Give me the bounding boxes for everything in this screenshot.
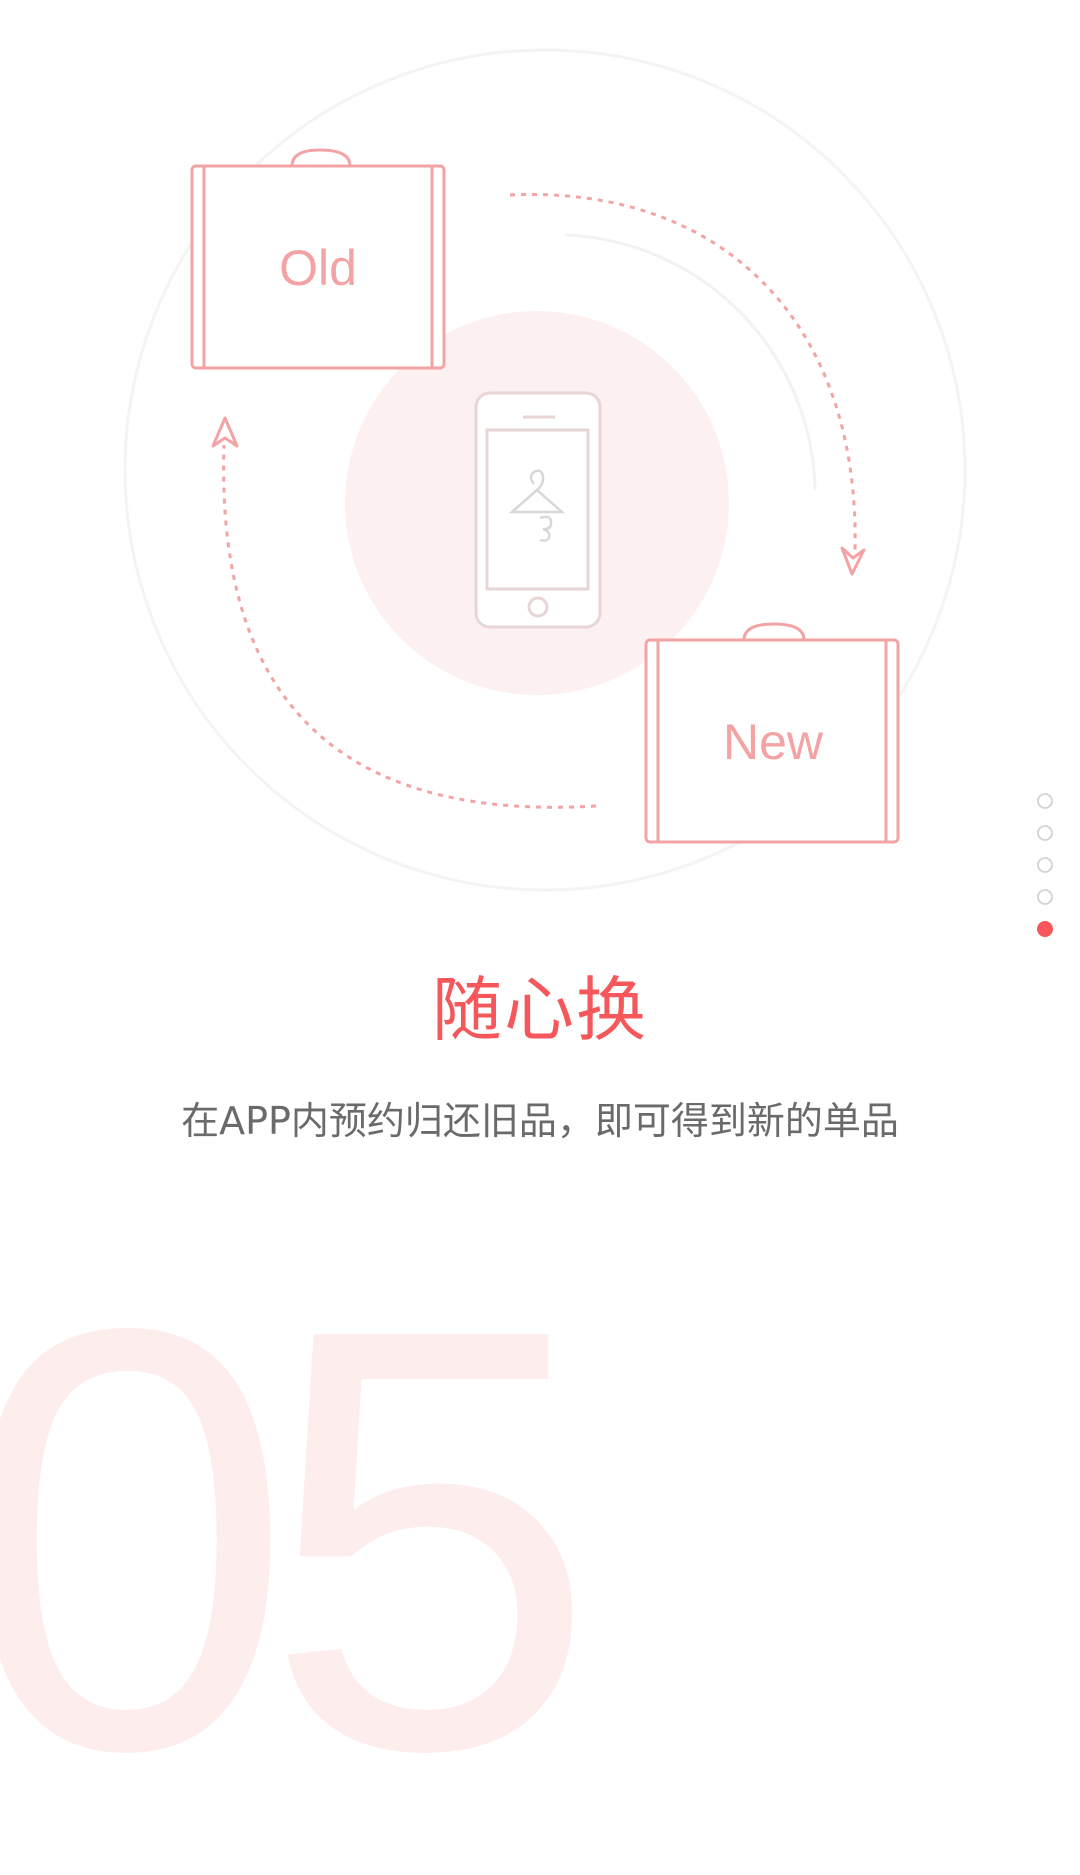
page-title: 随心换 [432, 969, 648, 1051]
arrow-head-up-icon [211, 416, 239, 448]
page-subtitle: 在APP内预约归还旧品，即可得到新的单品 [181, 1099, 899, 1143]
phone-icon [474, 391, 602, 629]
page-dot-2[interactable] [1037, 825, 1053, 841]
old-bag-label: Old [279, 240, 357, 296]
page-dot-3[interactable] [1037, 857, 1053, 873]
arrow-head-down-icon [840, 546, 866, 576]
page-indicator [1034, 793, 1056, 953]
swap-illustration: Old New [123, 48, 967, 892]
page-dot-1[interactable] [1037, 793, 1053, 809]
step-number: 05 [0, 1205, 597, 1875]
page-dot-4[interactable] [1037, 889, 1053, 905]
page-dot-5-active[interactable] [1037, 921, 1053, 937]
new-bag-label: New [723, 714, 824, 770]
